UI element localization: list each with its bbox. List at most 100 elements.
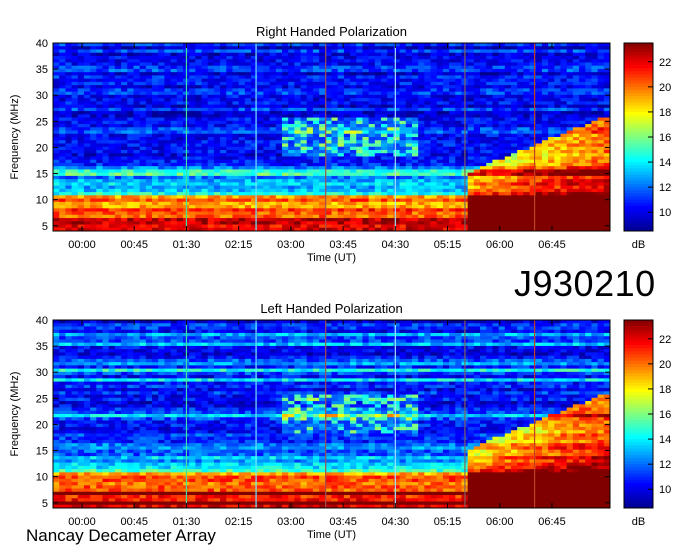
x-tick-label: 03:45 xyxy=(329,239,357,251)
colorbar-segment xyxy=(624,174,653,179)
colorbar-segment xyxy=(624,193,653,198)
colorbar-segment xyxy=(624,205,653,210)
colorbar-segment xyxy=(624,498,653,503)
colorbar-segment xyxy=(624,341,653,346)
x-tick-label: 06:00 xyxy=(486,516,514,528)
colorbar-segment xyxy=(624,454,653,459)
colorbar-segment xyxy=(624,329,653,334)
colorbar-segment xyxy=(624,467,653,471)
colorbar-segment xyxy=(624,348,653,352)
colorbar-segment xyxy=(624,80,653,85)
colorbar-tick-label: 18 xyxy=(659,107,671,119)
colorbar-segment xyxy=(624,482,653,487)
colorbar-tick-label: 18 xyxy=(659,384,671,396)
observation-id: J930210 xyxy=(514,263,656,304)
colorbar-segment xyxy=(624,320,653,324)
colorbar-segment xyxy=(624,392,653,396)
colorbar-tick-label: 20 xyxy=(659,359,671,371)
colorbar-segment xyxy=(624,417,653,421)
colorbar-segment xyxy=(624,130,653,135)
colorbar-segment xyxy=(624,165,653,169)
colorbar-segment xyxy=(624,367,653,371)
y-tick-label: 15 xyxy=(36,446,48,458)
colorbar-segment xyxy=(624,177,653,182)
colorbar-segment xyxy=(624,492,653,496)
colorbar-segment xyxy=(624,199,653,204)
colorbar-segment xyxy=(624,124,653,129)
colorbar-segment xyxy=(624,401,653,406)
colorbar-segment xyxy=(624,439,653,443)
colorbar-segment xyxy=(624,429,653,434)
chart-title: Right Handed Polarization xyxy=(256,24,407,39)
colorbar-segment xyxy=(624,143,653,147)
y-tick-label: 40 xyxy=(36,315,48,327)
x-tick-label: 06:45 xyxy=(538,516,566,528)
colorbar-segment xyxy=(624,448,653,453)
colorbar-segment xyxy=(624,345,653,349)
colorbar-segment xyxy=(624,43,653,47)
x-axis-label: Time (UT) xyxy=(307,529,356,541)
colorbar-segment xyxy=(624,323,653,327)
colorbar-segment xyxy=(624,127,653,132)
colorbar-segment xyxy=(624,96,653,100)
y-tick-label: 20 xyxy=(36,142,48,154)
y-tick-label: 25 xyxy=(36,116,48,128)
colorbar-segment xyxy=(624,105,653,110)
y-tick-label: 35 xyxy=(36,64,48,76)
colorbar-segment xyxy=(624,326,653,330)
spectrum-panel-right: Right Handed Polarization 5 10 15 20 25 30 35 40… xyxy=(9,24,671,264)
y-axis-label: Frequency (MHz) xyxy=(9,95,21,180)
colorbar-segment xyxy=(624,68,653,72)
y-tick-label: 40 xyxy=(36,38,48,50)
colorbar-segment xyxy=(624,363,653,368)
colorbar-segment xyxy=(624,49,653,53)
heatmap-cells xyxy=(53,43,611,232)
colorbar-segment xyxy=(624,215,653,219)
colorbar-segment xyxy=(624,332,653,337)
colorbar-segment xyxy=(624,464,653,468)
x-tick-label: 01:30 xyxy=(173,239,201,251)
colorbar-segment xyxy=(624,470,653,475)
y-tick-label: 5 xyxy=(42,221,48,233)
colorbar-segment xyxy=(624,162,653,166)
colorbar-segment xyxy=(624,382,653,387)
colorbar-segment xyxy=(624,479,653,484)
y-axis-label: Frequency (MHz) xyxy=(9,372,21,457)
colorbar-segment xyxy=(624,407,653,412)
colorbar-segment xyxy=(624,121,653,125)
x-tick-label: 04:30 xyxy=(382,239,410,251)
spectrum-panel-left: Left Handed Polarization 5 10 15 20 25 30 35 40 0… xyxy=(9,301,671,541)
colorbar-segment xyxy=(624,388,653,393)
colorbar-tick-label: 22 xyxy=(659,57,671,69)
colorbar-segment xyxy=(624,379,653,384)
colorbar-tick-label: 10 xyxy=(659,207,671,219)
colorbar: 10 12 14 16 18 20 22 dB xyxy=(623,319,671,528)
x-tick-label: 02:15 xyxy=(225,516,253,528)
x-axis-label: Time (UT) xyxy=(307,252,356,264)
colorbar-segment xyxy=(624,196,653,201)
x-tick-label: 05:15 xyxy=(434,239,462,251)
colorbar-segment xyxy=(624,445,653,449)
colorbar-segment xyxy=(624,212,653,216)
colorbar-segment xyxy=(624,61,653,66)
y-tick-label: 35 xyxy=(36,341,48,353)
x-tick-label: 02:15 xyxy=(225,239,253,251)
colorbar-segment xyxy=(624,102,653,107)
colorbar-tick-label: 14 xyxy=(659,434,671,446)
colorbar-segment xyxy=(624,46,653,50)
colorbar-segment xyxy=(624,168,653,172)
colorbar-segment xyxy=(624,376,653,381)
colorbar-segment xyxy=(624,473,653,478)
colorbar-segment xyxy=(624,74,653,78)
x-tick-label: 03:00 xyxy=(277,239,305,251)
colorbar-segment xyxy=(624,55,653,60)
colorbar-segment xyxy=(624,373,653,377)
x-tick-label: 06:45 xyxy=(538,239,566,251)
colorbar-segment xyxy=(624,476,653,481)
y-tick-label: 30 xyxy=(36,90,48,102)
colorbar-tick-label: 10 xyxy=(659,484,671,496)
colorbar-segment xyxy=(624,395,653,399)
colorbar-segment xyxy=(624,221,653,226)
colorbar-segment xyxy=(624,202,653,207)
x-tick-label: 00:00 xyxy=(68,239,96,251)
